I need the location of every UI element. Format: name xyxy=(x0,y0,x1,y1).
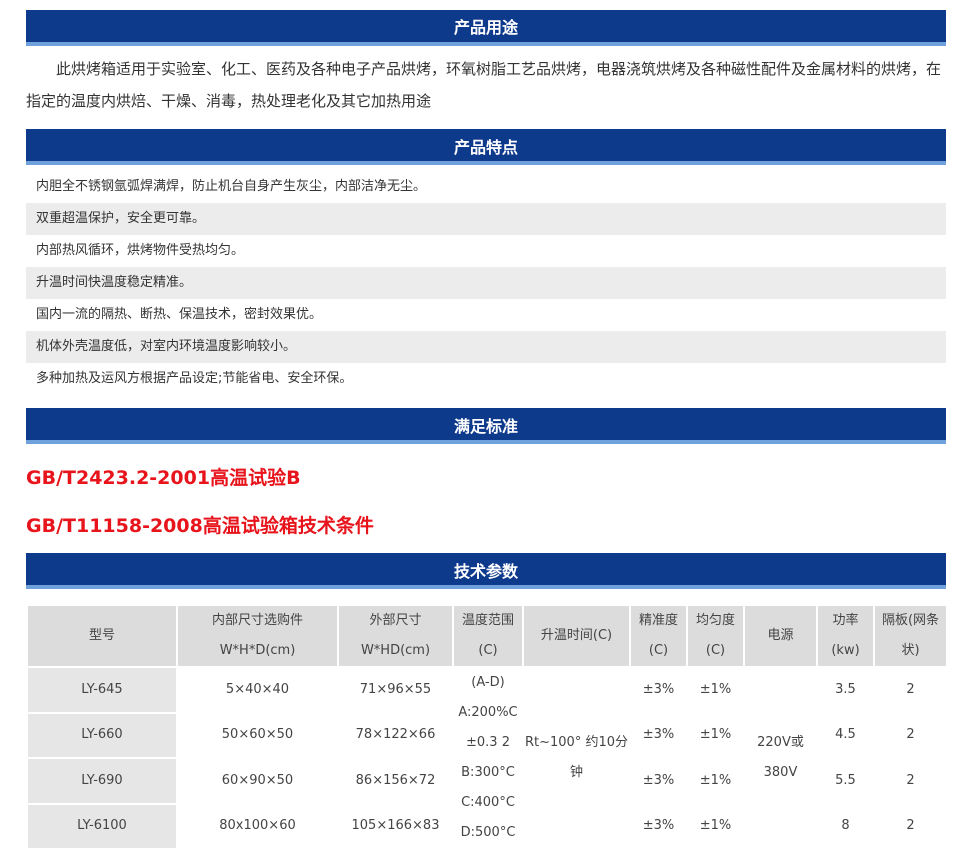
header-shelf-line1: 隔板(网条 xyxy=(881,613,940,628)
feature-item: 多种加热及运风方根据产品设定;节能省电、安全环保。 xyxy=(36,371,353,386)
feature-item: 升温时间快温度稳定精准。 xyxy=(26,267,946,299)
cell-shelf: 2 xyxy=(873,666,948,714)
header-temp-range-line2: (C) xyxy=(478,643,498,658)
cell-outer-size: 78×122×66 xyxy=(337,711,454,759)
spec-table: 型号 内部尺寸选购件 W*H*D(cm) 外部尺寸 W*HD(cm) 温度范围 … xyxy=(26,604,948,850)
feature-item: 内胆全不锈钢氩弧焊满焊，防止机台自身产生灰尘，内部洁净无尘。 xyxy=(36,179,427,194)
section-header-standards: 满足标准 xyxy=(26,408,946,444)
header-model: 型号 xyxy=(26,604,178,668)
cell-accuracy: ±3% xyxy=(629,666,688,714)
cell-accuracy: ±3% xyxy=(629,711,688,759)
section-title-standards: 满足标准 xyxy=(453,417,518,436)
header-temp-range-line1: 温度范围 xyxy=(461,613,514,628)
cell-model: LY-645 xyxy=(26,666,178,714)
temp-range-line: (A-D) xyxy=(471,675,505,690)
heat-time-line: 钟 xyxy=(569,765,583,780)
cell-power: 8 xyxy=(816,802,875,850)
header-power: 功率 (kw) xyxy=(816,604,875,668)
header-shelf-line2: 状) xyxy=(901,643,920,658)
cell-outer-size: 71×96×55 xyxy=(337,666,454,714)
temp-range-line: D:500°C xyxy=(460,825,516,840)
cell-inner-size: 5×40×40 xyxy=(176,666,339,714)
power-supply-line: 220V或 xyxy=(757,735,804,750)
header-power-line1: 功率 xyxy=(832,613,859,628)
cell-inner-size: 50×60×50 xyxy=(176,711,339,759)
section-title-features: 产品特点 xyxy=(453,138,518,157)
cell-power: 3.5 xyxy=(816,666,875,714)
header-power-line2: (kw) xyxy=(831,643,860,658)
cell-outer-size: 105×166×83 xyxy=(337,802,454,850)
section-title-usage: 产品用途 xyxy=(453,18,518,37)
cell-shelf: 2 xyxy=(873,802,948,850)
header-uniformity-line1: 均匀度 xyxy=(695,613,735,628)
heat-time-line: Rt~100° 约10分 xyxy=(524,735,628,750)
header-accuracy: 精准度 (C) xyxy=(629,604,688,668)
header-uniformity: 均匀度 (C) xyxy=(686,604,745,668)
cell-accuracy: ±3% xyxy=(629,757,688,805)
header-accuracy-line1: 精准度 xyxy=(638,613,678,628)
cell-model: LY-690 xyxy=(26,757,178,805)
header-inner-size-line1: 内部尺寸选购件 xyxy=(211,613,303,628)
header-uniformity-line2: (C) xyxy=(705,643,726,658)
temp-range-line: A:200%C xyxy=(458,705,518,720)
header-heat-time: 升温时间(C) xyxy=(522,604,631,668)
temp-range-line: C:400°C xyxy=(461,795,515,810)
header-inner-size-line2: W*H*D(cm) xyxy=(219,643,296,658)
cell-model: LY-660 xyxy=(26,711,178,759)
header-outer-size-line1: 外部尺寸 xyxy=(369,613,422,628)
header-accuracy-line2: (C) xyxy=(648,643,669,658)
header-temp-range: 温度范围 (C) xyxy=(452,604,524,668)
header-outer-size-line2: W*HD(cm) xyxy=(360,643,431,658)
cell-uniformity: ±1% xyxy=(686,666,745,714)
cell-model: LY-6100 xyxy=(26,802,178,850)
section-header-features: 产品特点 xyxy=(26,129,946,165)
section-title-specs: 技术参数 xyxy=(453,562,518,581)
cell-shelf: 2 xyxy=(873,711,948,759)
standard-item: GB/T2423.2-2001高温试验B xyxy=(26,467,301,489)
header-power-supply: 电源 xyxy=(743,604,818,668)
cell-uniformity: ±1% xyxy=(686,757,745,805)
temp-range-line: ±0.3 2 xyxy=(466,735,510,750)
feature-item: 国内一流的隔热、断热、保温技术，密封效果优。 xyxy=(36,307,323,322)
cell-inner-size: 80x100×60 xyxy=(176,802,339,850)
section-header-usage: 产品用途 xyxy=(26,10,946,46)
table-row: LY-645 5×40×40 71×96×55 (A-D) A:200%C ±0… xyxy=(26,666,948,850)
standard-item: GB/T11158-2008高温试验箱技术条件 xyxy=(26,515,374,537)
cell-accuracy: ±3% xyxy=(629,802,688,850)
cell-power: 5.5 xyxy=(816,757,875,805)
cell-inner-size: 60×90×50 xyxy=(176,757,339,805)
feature-item: 内部热风循环，烘烤物件受热均匀。 xyxy=(36,243,245,258)
cell-heat-time: Rt~100° 约10分 钟 xyxy=(522,666,631,850)
feature-item: 机体外壳温度低，对室内环境温度影响较小。 xyxy=(26,331,946,363)
cell-uniformity: ±1% xyxy=(686,711,745,759)
cell-power: 4.5 xyxy=(816,711,875,759)
header-outer-size: 外部尺寸 W*HD(cm) xyxy=(337,604,454,668)
power-supply-line: 380V xyxy=(763,765,798,780)
feature-item: 双重超温保护，安全更可靠。 xyxy=(26,203,946,235)
cell-power-supply: 220V或 380V xyxy=(743,666,818,850)
header-inner-size: 内部尺寸选购件 W*H*D(cm) xyxy=(176,604,339,668)
cell-shelf: 2 xyxy=(873,757,948,805)
table-header-row: 型号 内部尺寸选购件 W*H*D(cm) 外部尺寸 W*HD(cm) 温度范围 … xyxy=(26,604,948,668)
cell-outer-size: 86×156×72 xyxy=(337,757,454,805)
header-shelf: 隔板(网条 状) xyxy=(873,604,948,668)
usage-description: 此烘烤箱适用于实验室、化工、医药及各种电子产品烘烤，环氧树脂工艺品烘烤，电器浇筑… xyxy=(26,60,942,110)
temp-range-line: B:300°C xyxy=(461,765,515,780)
cell-temp-range: (A-D) A:200%C ±0.3 2 B:300°C C:400°C D:5… xyxy=(452,666,524,850)
cell-uniformity: ±1% xyxy=(686,802,745,850)
section-header-specs: 技术参数 xyxy=(26,553,946,589)
